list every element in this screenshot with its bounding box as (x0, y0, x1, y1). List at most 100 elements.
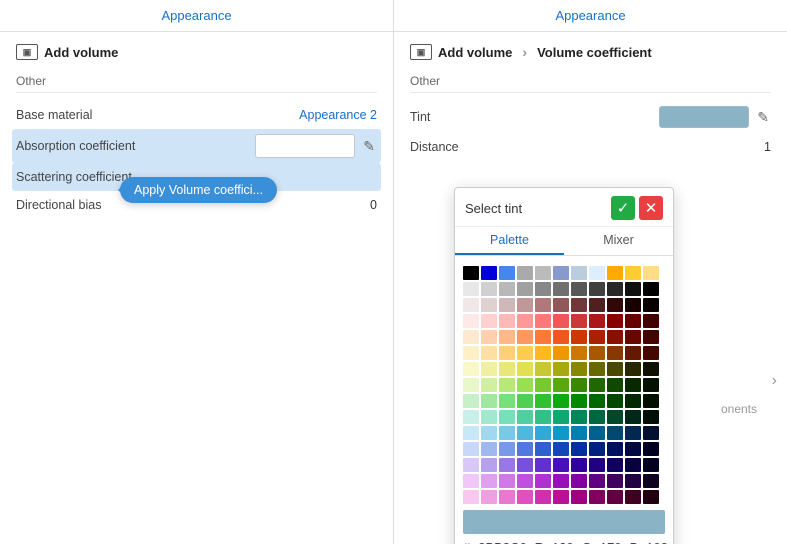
color-cell[interactable] (481, 426, 497, 440)
color-cell[interactable] (481, 490, 497, 504)
color-cell[interactable] (535, 346, 551, 360)
color-cell[interactable] (517, 458, 533, 472)
apply-tooltip[interactable]: Apply Volume coeffici... (120, 177, 277, 203)
color-cell[interactable] (571, 346, 587, 360)
color-cell[interactable] (499, 394, 515, 408)
color-cell[interactable] (643, 394, 659, 408)
color-cell[interactable] (643, 314, 659, 328)
color-cell[interactable] (571, 394, 587, 408)
color-cell[interactable] (625, 298, 641, 312)
color-cell[interactable] (535, 378, 551, 392)
color-cell[interactable] (463, 362, 479, 376)
color-cell[interactable] (463, 442, 479, 456)
color-cell[interactable] (499, 330, 515, 344)
color-cell[interactable] (481, 474, 497, 488)
color-cell[interactable] (463, 426, 479, 440)
color-cell[interactable] (607, 490, 623, 504)
color-cell[interactable] (481, 362, 497, 376)
color-cell[interactable] (499, 458, 515, 472)
color-cell[interactable] (589, 490, 605, 504)
color-cell[interactable] (643, 266, 659, 280)
color-cell[interactable] (517, 410, 533, 424)
tint-confirm-button[interactable]: ✓ (611, 196, 635, 220)
color-cell[interactable] (535, 474, 551, 488)
color-cell[interactable] (499, 266, 515, 280)
color-cell[interactable] (553, 458, 569, 472)
color-cell[interactable] (463, 458, 479, 472)
color-cell[interactable] (571, 426, 587, 440)
color-cell[interactable] (553, 394, 569, 408)
color-cell[interactable] (625, 410, 641, 424)
color-cell[interactable] (463, 282, 479, 296)
color-cell[interactable] (607, 298, 623, 312)
color-cell[interactable] (463, 346, 479, 360)
color-cell[interactable] (463, 266, 479, 280)
color-cell[interactable] (517, 362, 533, 376)
color-cell[interactable] (625, 330, 641, 344)
color-cell[interactable] (571, 458, 587, 472)
color-cell[interactable] (625, 378, 641, 392)
color-cell[interactable] (571, 298, 587, 312)
tint-edit-button[interactable]: ✎ (755, 107, 771, 128)
color-cell[interactable] (517, 314, 533, 328)
color-cell[interactable] (625, 490, 641, 504)
color-cell[interactable] (589, 362, 605, 376)
color-cell[interactable] (607, 442, 623, 456)
color-cell[interactable] (463, 490, 479, 504)
color-cell[interactable] (589, 474, 605, 488)
color-cell[interactable] (553, 314, 569, 328)
tab-palette[interactable]: Palette (455, 227, 564, 255)
color-cell[interactable] (517, 266, 533, 280)
color-cell[interactable] (589, 266, 605, 280)
color-cell[interactable] (589, 410, 605, 424)
color-cell[interactable] (535, 298, 551, 312)
absorption-edit-button[interactable]: ✎ (361, 136, 377, 157)
color-cell[interactable] (517, 426, 533, 440)
color-cell[interactable] (643, 410, 659, 424)
color-cell[interactable] (625, 282, 641, 296)
tab-mixer[interactable]: Mixer (564, 227, 673, 255)
color-cell[interactable] (463, 298, 479, 312)
color-cell[interactable] (481, 458, 497, 472)
color-cell[interactable] (535, 410, 551, 424)
color-cell[interactable] (535, 490, 551, 504)
color-cell[interactable] (535, 282, 551, 296)
color-cell[interactable] (643, 362, 659, 376)
color-cell[interactable] (499, 298, 515, 312)
color-cell[interactable] (607, 378, 623, 392)
color-cell[interactable] (607, 314, 623, 328)
color-cell[interactable] (589, 378, 605, 392)
color-cell[interactable] (607, 410, 623, 424)
color-cell[interactable] (481, 282, 497, 296)
color-cell[interactable] (553, 490, 569, 504)
color-cell[interactable] (481, 298, 497, 312)
color-cell[interactable] (625, 394, 641, 408)
color-cell[interactable] (481, 330, 497, 344)
color-cell[interactable] (463, 410, 479, 424)
color-cell[interactable] (553, 266, 569, 280)
color-cell[interactable] (553, 410, 569, 424)
color-cell[interactable] (571, 442, 587, 456)
color-cell[interactable] (535, 426, 551, 440)
color-cell[interactable] (517, 378, 533, 392)
color-cell[interactable] (535, 266, 551, 280)
color-cell[interactable] (625, 426, 641, 440)
color-cell[interactable] (481, 346, 497, 360)
color-cell[interactable] (607, 362, 623, 376)
color-cell[interactable] (499, 410, 515, 424)
color-cell[interactable] (571, 266, 587, 280)
color-cell[interactable] (607, 266, 623, 280)
color-cell[interactable] (589, 458, 605, 472)
color-cell[interactable] (625, 266, 641, 280)
color-cell[interactable] (499, 378, 515, 392)
color-cell[interactable] (463, 330, 479, 344)
color-cell[interactable] (571, 474, 587, 488)
color-cell[interactable] (553, 474, 569, 488)
color-cell[interactable] (517, 346, 533, 360)
color-cell[interactable] (517, 490, 533, 504)
color-cell[interactable] (571, 282, 587, 296)
color-cell[interactable] (553, 346, 569, 360)
color-cell[interactable] (553, 298, 569, 312)
color-cell[interactable] (643, 458, 659, 472)
color-cell[interactable] (607, 474, 623, 488)
